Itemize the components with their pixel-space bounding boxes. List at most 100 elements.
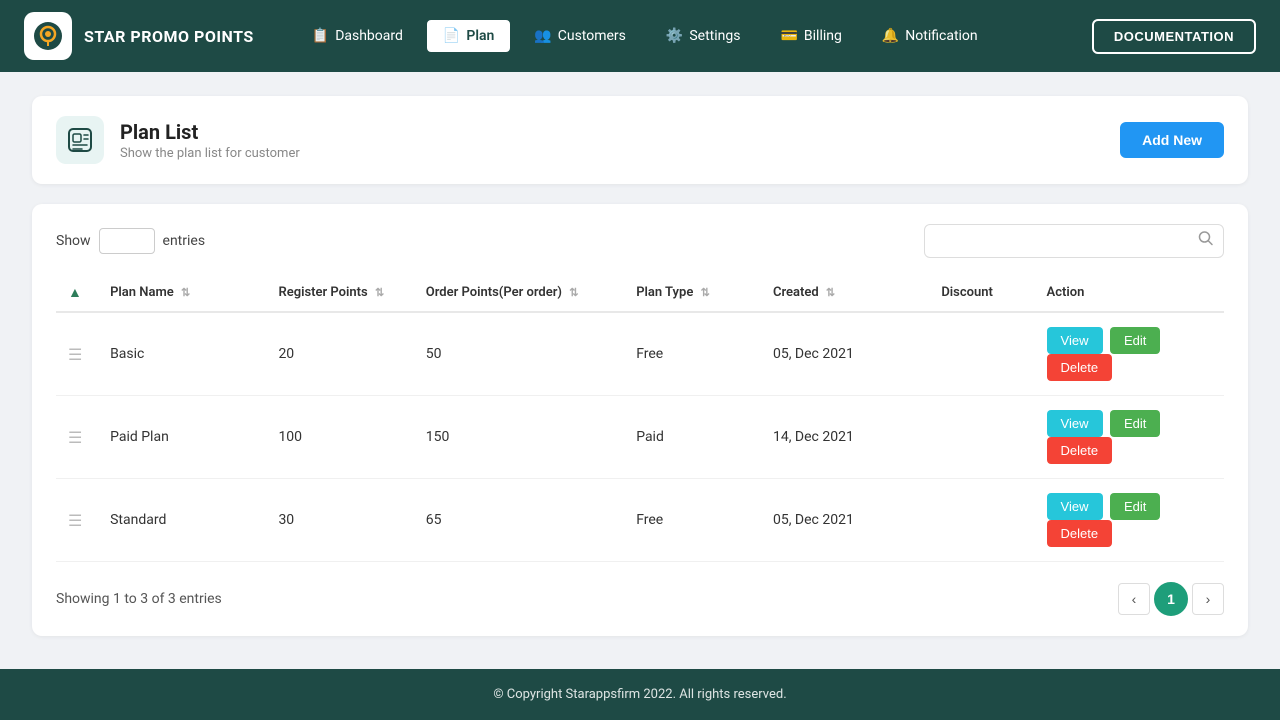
nav-label-billing: Billing [804,28,842,44]
view-button[interactable]: View [1047,410,1103,437]
brand-name: STAR PROMO POINTS [84,27,254,46]
show-entries: Show 10 entries [56,228,205,254]
cell-register-points: 30 [266,479,413,562]
cell-created: 05, Dec 2021 [761,312,929,396]
nav-label-plan: Plan [466,28,494,44]
cell-plan-name: Paid Plan [98,396,266,479]
cell-plan-name: Basic [98,312,266,396]
th-register-points[interactable]: Register Points ⇅ [266,274,413,312]
sort-icon-created: ⇅ [826,286,835,299]
pagination-row: Showing 1 to 3 of 3 entries ‹ 1 › [56,582,1224,616]
table-row: ☰ Basic 20 50 Free 05, Dec 2021 View Edi… [56,312,1224,396]
search-input[interactable] [924,224,1224,258]
cell-plan-type: Free [624,479,761,562]
cell-register-points: 100 [266,396,413,479]
cell-plan-name: Standard [98,479,266,562]
cell-plan-type: Paid [624,396,761,479]
documentation-button[interactable]: DOCUMENTATION [1092,19,1256,54]
nav-items: 📋 Dashboard 📄 Plan 👥 Customers ⚙️ Settin… [294,18,1084,54]
nav-item-notification[interactable]: 🔔 Notification [864,18,996,54]
th-action: Action [1035,274,1224,312]
delete-button[interactable]: Delete [1047,354,1113,381]
footer-text: © Copyright Starappsfirm 2022. All right… [493,687,786,702]
page-1-button[interactable]: 1 [1154,582,1188,616]
dashboard-icon: 📋 [312,28,329,44]
table-header-row: ▲ Plan Name ⇅ Register Points ⇅ Order Po… [56,274,1224,312]
delete-button[interactable]: Delete [1047,520,1113,547]
cell-drag: ☰ [56,396,98,479]
view-button[interactable]: View [1047,327,1103,354]
th-drag: ▲ [56,274,98,312]
th-created[interactable]: Created ⇅ [761,274,929,312]
page-subtitle: Show the plan list for customer [120,146,300,161]
app-logo [24,12,72,60]
cell-register-points: 20 [266,312,413,396]
plan-icon: 📄 [443,28,460,44]
table-row: ☰ Standard 30 65 Free 05, Dec 2021 View … [56,479,1224,562]
th-discount: Discount [929,274,1034,312]
nav-item-customers[interactable]: 👥 Customers [516,18,644,54]
search-wrapper [924,224,1224,258]
cell-drag: ☰ [56,312,98,396]
th-order-points[interactable]: Order Points(Per order) ⇅ [414,274,624,312]
th-plan-name[interactable]: Plan Name ⇅ [98,274,266,312]
page-header-left: Plan List Show the plan list for custome… [56,116,300,164]
cell-action: View Edit Delete [1035,312,1224,396]
show-label: Show [56,233,91,249]
drag-icon: ☰ [68,345,82,364]
drag-icon: ☰ [68,511,82,530]
cell-order-points: 65 [414,479,624,562]
table-card: Show 10 entries ▲ [32,204,1248,636]
edit-button[interactable]: Edit [1110,410,1160,437]
drag-icon: ☰ [68,428,82,447]
nav-item-plan[interactable]: 📄 Plan [425,18,512,54]
plan-table: ▲ Plan Name ⇅ Register Points ⇅ Order Po… [56,274,1224,562]
main-content: Plan List Show the plan list for custome… [0,72,1280,669]
table-body: ☰ Basic 20 50 Free 05, Dec 2021 View Edi… [56,312,1224,562]
cell-action: View Edit Delete [1035,396,1224,479]
nav-brand: STAR PROMO POINTS [24,12,254,60]
add-new-button[interactable]: Add New [1120,122,1224,158]
cell-order-points: 150 [414,396,624,479]
cell-created: 05, Dec 2021 [761,479,929,562]
customers-icon: 👥 [534,28,551,44]
cell-order-points: 50 [414,312,624,396]
edit-button[interactable]: Edit [1110,327,1160,354]
page-title: Plan List [120,120,300,144]
nav-label-customers: Customers [558,28,626,44]
page-header-text: Plan List Show the plan list for custome… [120,120,300,161]
cell-action: View Edit Delete [1035,479,1224,562]
next-page-button[interactable]: › [1192,583,1224,615]
nav-label-notification: Notification [905,28,977,44]
sort-icon-plan-type: ⇅ [701,286,710,299]
prev-page-button[interactable]: ‹ [1118,583,1150,615]
nav-item-dashboard[interactable]: 📋 Dashboard [294,18,421,54]
sort-icon-plan-name: ⇅ [181,286,190,299]
nav-label-settings: Settings [689,28,740,44]
table-row: ☰ Paid Plan 100 150 Paid 14, Dec 2021 Vi… [56,396,1224,479]
billing-icon: 💳 [780,28,797,44]
edit-button[interactable]: Edit [1110,493,1160,520]
nav-item-settings[interactable]: ⚙️ Settings [648,18,759,54]
sort-icon-reg-pts: ⇅ [375,286,384,299]
cell-discount [929,312,1034,396]
navbar: STAR PROMO POINTS 📋 Dashboard 📄 Plan 👥 C… [0,0,1280,72]
footer: © Copyright Starappsfirm 2022. All right… [0,669,1280,720]
cell-drag: ☰ [56,479,98,562]
pagination-info: Showing 1 to 3 of 3 entries [56,591,222,607]
page-header-icon [56,116,104,164]
controls-row: Show 10 entries [56,224,1224,258]
notification-icon: 🔔 [882,28,899,44]
delete-button[interactable]: Delete [1047,437,1113,464]
cell-discount [929,396,1034,479]
sort-icon-order-pts: ⇅ [569,286,578,299]
cell-created: 14, Dec 2021 [761,396,929,479]
view-button[interactable]: View [1047,493,1103,520]
entries-input[interactable]: 10 [99,228,155,254]
search-button[interactable] [1198,231,1214,252]
th-plan-type[interactable]: Plan Type ⇅ [624,274,761,312]
nav-label-dashboard: Dashboard [335,28,403,44]
settings-icon: ⚙️ [666,28,683,44]
page-header-card: Plan List Show the plan list for custome… [32,96,1248,184]
nav-item-billing[interactable]: 💳 Billing [762,18,859,54]
